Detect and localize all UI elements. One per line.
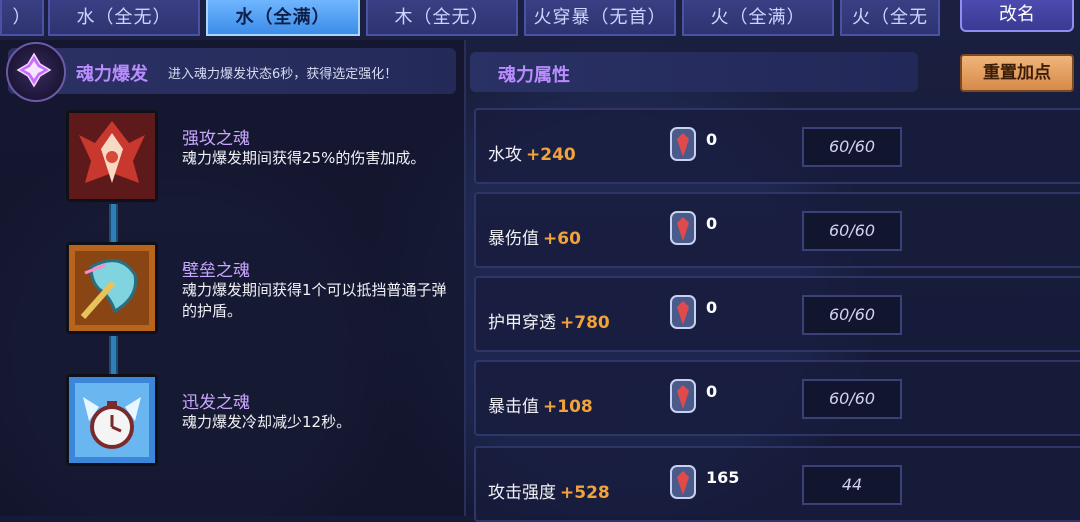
soul-gem-icon (670, 127, 696, 161)
reset-points-button[interactable]: 重置加点 (960, 54, 1074, 92)
attribute-value-box[interactable]: 60/60 (802, 379, 902, 419)
soul-description: 魂力爆发冷却减少12秒。 (182, 413, 352, 431)
soul-gem-icon (670, 379, 696, 413)
attribute-gem-count: 0 (706, 130, 718, 149)
soul-burst-icon (6, 42, 66, 102)
attribute-label: 暴击值 +108 (488, 397, 593, 417)
soul-connector (109, 204, 118, 242)
shield-soul-icon (66, 242, 158, 334)
attribute-value-box[interactable]: 60/60 (802, 211, 902, 251)
soul-connector (109, 336, 118, 374)
tab-water-full[interactable]: 水（全满） (206, 0, 360, 36)
tab-partial-left[interactable]: ） (0, 0, 44, 36)
attribute-value-box[interactable]: 60/60 (802, 127, 902, 167)
rename-button[interactable]: 改名 (960, 0, 1074, 32)
attack-soul-icon (66, 110, 158, 202)
soul-item-attack[interactable]: 强攻之魂 魂力爆发期间获得25%的伤害加成。 (66, 110, 446, 206)
soul-item-bulwark[interactable]: 壁垒之魂 魂力爆发期间获得1个可以抵挡普通子弹的护盾。 (66, 242, 447, 338)
attribute-value-box[interactable]: 60/60 (802, 295, 902, 335)
attribute-gem-count: 0 (706, 382, 718, 401)
clock-soul-icon (66, 374, 158, 466)
attribute-bonus: +108 (543, 397, 593, 417)
attribute-gem-count: 0 (706, 214, 718, 233)
attribute-label: 攻击强度 +528 (488, 483, 610, 503)
soul-name: 壁垒之魂 (182, 261, 250, 281)
attribute-bonus: +240 (526, 145, 576, 165)
attribute-bonus: +60 (543, 229, 581, 249)
panel-divider (464, 40, 466, 516)
attribute-label: 护甲穿透 +780 (488, 313, 610, 333)
soul-gem-icon (670, 295, 696, 329)
attribute-row-crit-damage: 暴伤值 +60 0 60/60 (474, 192, 1080, 268)
soul-item-swift[interactable]: 迅发之魂 魂力爆发冷却减少12秒。 (66, 374, 446, 470)
soul-burst-title: 魂力爆发 (76, 64, 148, 85)
soul-description: 魂力爆发期间获得25%的伤害加成。 (182, 149, 426, 167)
attribute-gem-count: 165 (706, 468, 740, 487)
attribute-label: 水攻 +240 (488, 145, 576, 165)
soul-description: 魂力爆发期间获得1个可以抵挡普通子弹的护盾。 (182, 281, 447, 320)
attribute-bonus: +528 (560, 483, 610, 503)
soul-burst-header: 魂力爆发 进入魂力爆发状态6秒，获得选定强化！ (6, 42, 456, 102)
attribute-row-armor-penetration: 护甲穿透 +780 0 60/60 (474, 276, 1080, 352)
attribute-value-box[interactable]: 44 (802, 465, 902, 505)
soul-burst-description: 进入魂力爆发状态6秒，获得选定强化！ (168, 67, 398, 82)
soul-burst-panel: 魂力爆发 进入魂力爆发状态6秒，获得选定强化！ 强攻之魂 魂力爆发期间获得25%… (0, 40, 466, 516)
tab-wood-none[interactable]: 木（全无） (366, 0, 518, 36)
attribute-gem-count: 0 (706, 298, 718, 317)
soul-name: 强攻之魂 (182, 129, 250, 149)
tab-fire-pen-crit[interactable]: 火穿暴（无首） (524, 0, 676, 36)
soul-gem-icon (670, 465, 696, 499)
tab-fire-full[interactable]: 火（全满） (682, 0, 834, 36)
loadout-tabs: ） 水（全无） 水（全满） 木（全无） 火穿暴（无首） 火（全满） 火（全无 (0, 0, 940, 38)
attribute-row-attack-power: 攻击强度 +528 165 44 (474, 446, 1080, 522)
tab-water-none[interactable]: 水（全无） (48, 0, 200, 36)
attribute-row-crit-value: 暴击值 +108 0 60/60 (474, 360, 1080, 436)
attribute-bonus: +780 (560, 313, 610, 333)
attribute-label: 暴伤值 +60 (488, 229, 581, 249)
soul-attributes-header: 魂力属性 (470, 52, 918, 92)
attribute-row-water-attack: 水攻 +240 0 60/60 (474, 108, 1080, 184)
soul-name: 迅发之魂 (182, 393, 250, 413)
tab-fire-none[interactable]: 火（全无 (840, 0, 940, 36)
soul-attributes-title: 魂力属性 (498, 65, 570, 86)
soul-gem-icon (670, 211, 696, 245)
